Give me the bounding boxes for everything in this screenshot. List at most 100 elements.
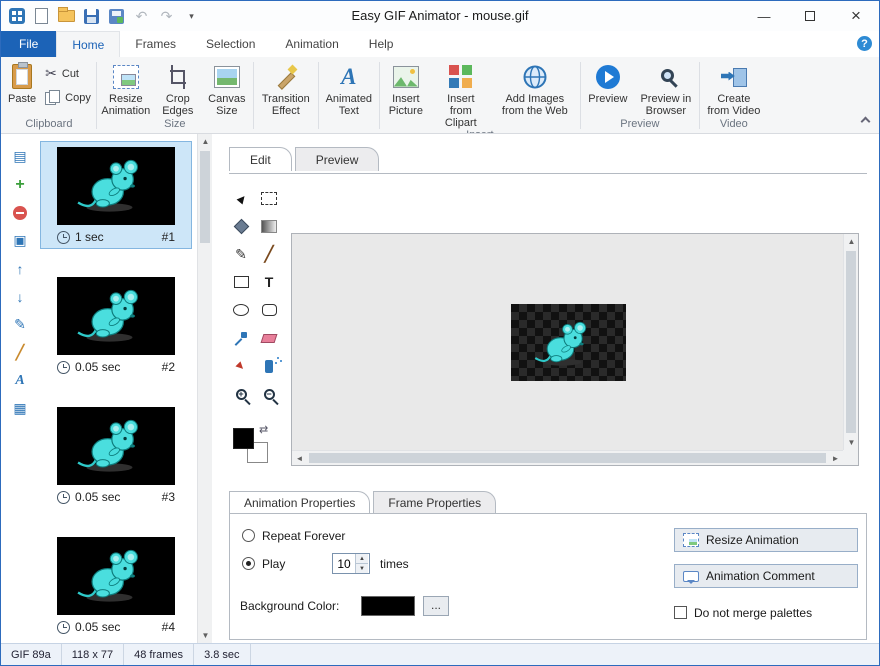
export-icon[interactable] [105, 4, 128, 28]
move-frame-down-icon[interactable]: ↓ [8, 286, 32, 307]
tab-selection[interactable]: Selection [191, 31, 270, 57]
spin-up-icon[interactable]: ▲ [356, 554, 368, 563]
scroll-left-icon[interactable]: ◄ [292, 451, 307, 466]
background-color-value-swatch[interactable] [361, 596, 415, 616]
swap-colors-icon[interactable]: ⇄ [259, 423, 268, 436]
insert-from-clipart-button[interactable]: Insert from Clipart [431, 60, 491, 129]
play-icon [596, 63, 620, 90]
help-icon[interactable]: ? [857, 36, 872, 51]
pencil-tool-icon[interactable]: ✎ [227, 240, 255, 268]
frame-tiles-icon[interactable]: ▦ [8, 398, 32, 419]
canvas-viewport[interactable] [292, 234, 843, 450]
scrollbar-thumb[interactable] [309, 453, 826, 463]
scroll-down-icon[interactable]: ▼ [198, 628, 213, 643]
rectangular-selection-tool-icon[interactable] [255, 184, 283, 212]
save-icon[interactable] [80, 4, 103, 28]
scrollbar-thumb[interactable] [846, 251, 856, 433]
minimize-button[interactable]: — [741, 1, 787, 31]
canvas-h-scrollbar[interactable]: ◄ ► [292, 450, 843, 465]
zoom-in-tool-icon[interactable]: + [227, 380, 255, 408]
frame-list-scrollbar[interactable]: ▲ ▼ [197, 134, 212, 643]
spin-down-icon[interactable]: ▼ [356, 563, 368, 573]
play-radio[interactable] [242, 557, 255, 570]
airbrush-tool-icon[interactable] [255, 352, 283, 380]
add-frame-icon[interactable]: + [8, 174, 32, 195]
rectangle-tool-icon[interactable] [227, 268, 255, 296]
move-frame-up-icon[interactable]: ↑ [8, 258, 32, 279]
tab-animation-properties[interactable]: Animation Properties [229, 491, 370, 513]
text-tool-icon[interactable]: T [255, 268, 283, 296]
properties-tabs: Animation Properties Frame Properties [229, 491, 867, 513]
rounded-rectangle-tool-icon[interactable] [255, 296, 283, 324]
create-from-video-button[interactable]: Create from Video [701, 60, 767, 117]
frame-text-icon[interactable]: A [8, 370, 32, 391]
scroll-down-icon[interactable]: ▼ [844, 435, 859, 450]
frame-item-1[interactable]: 1 sec #1 [41, 142, 191, 248]
gif-image[interactable] [511, 304, 626, 381]
crop-edges-button[interactable]: Crop Edges [154, 60, 202, 117]
brush-tool-icon[interactable]: ╱ [255, 240, 283, 268]
frame-item-4[interactable]: 0.05 sec #4 [41, 532, 191, 638]
resize-animation-panel-button[interactable]: Resize Animation [674, 528, 858, 552]
choose-color-button[interactable]: ... [423, 596, 449, 616]
tab-file[interactable]: File [1, 31, 56, 57]
canvas[interactable]: ▲ ▼ ◄ ► [291, 233, 859, 466]
gradient-tool-icon[interactable] [255, 212, 283, 240]
app-icon[interactable] [5, 4, 28, 28]
add-images-from-web-button[interactable]: Add Images from the Web [491, 60, 579, 117]
preview-button[interactable]: Preview [582, 60, 634, 105]
play-times-input[interactable] [333, 554, 355, 573]
ellipse-tool-icon[interactable] [227, 296, 255, 324]
replace-color-tool-icon[interactable]: ► [227, 352, 255, 380]
paste-button[interactable]: Paste [3, 60, 41, 105]
customize-qat-icon[interactable]: ▾ [180, 4, 203, 28]
canvas-size-button[interactable]: Canvas Size [202, 60, 252, 117]
frame-item-2[interactable]: 0.05 sec #2 [41, 272, 191, 378]
frame-number: #1 [162, 230, 175, 244]
canvas-v-scrollbar[interactable]: ▲ ▼ [843, 234, 858, 450]
repeat-forever-option[interactable]: Repeat Forever [242, 529, 345, 543]
transition-effect-button[interactable]: Transition Effect [255, 60, 317, 117]
cut-button[interactable]: ✂ Cut [45, 65, 91, 82]
frame-effects-icon[interactable]: ╱ [8, 342, 32, 363]
repeat-forever-radio[interactable] [242, 529, 255, 542]
foreground-color-swatch[interactable] [233, 428, 254, 449]
scroll-up-icon[interactable]: ▲ [198, 134, 213, 149]
tab-home[interactable]: Home [56, 31, 120, 57]
tab-frames[interactable]: Frames [120, 31, 191, 57]
eyedropper-tool-icon[interactable] [227, 324, 255, 352]
tab-animation[interactable]: Animation [270, 31, 353, 57]
merge-palettes-option[interactable]: Do not merge palettes [674, 606, 812, 620]
resize-animation-button[interactable]: Resize Animation [98, 60, 154, 117]
animated-text-button[interactable]: A Animated Text [320, 60, 378, 117]
titlebar: Easy GIF Animator - mouse.gif ↶ ↷ ▾ — × [1, 1, 879, 31]
delete-frame-icon[interactable] [8, 202, 32, 223]
maximize-button[interactable] [787, 1, 833, 31]
fill-tool-icon[interactable] [227, 212, 255, 240]
preview-in-browser-button[interactable]: Preview in Browser [634, 60, 698, 117]
edit-frame-icon[interactable]: ✎ [8, 314, 32, 335]
new-file-icon[interactable] [30, 4, 53, 28]
merge-palettes-checkbox[interactable] [674, 606, 687, 619]
open-file-icon[interactable] [55, 4, 78, 28]
tab-edit[interactable]: Edit [229, 147, 292, 171]
copy-button[interactable]: Copy [45, 90, 91, 105]
tab-preview[interactable]: Preview [295, 147, 380, 171]
play-option[interactable]: Play [242, 557, 285, 571]
select-tool-icon[interactable]: ► [227, 184, 255, 212]
animation-comment-button[interactable]: Animation Comment [674, 564, 858, 588]
undo-icon[interactable]: ↶ [130, 4, 153, 28]
scrollbar-thumb[interactable] [200, 151, 210, 243]
scroll-up-icon[interactable]: ▲ [844, 234, 859, 249]
frame-manager-icon[interactable]: ▤ [8, 146, 32, 167]
frame-item-3[interactable]: 0.05 sec #3 [41, 402, 191, 508]
zoom-out-tool-icon[interactable]: − [255, 380, 283, 408]
insert-picture-button[interactable]: Insert Picture [381, 60, 431, 117]
tab-frame-properties[interactable]: Frame Properties [373, 491, 496, 513]
eraser-tool-icon[interactable] [255, 324, 283, 352]
duplicate-frame-icon[interactable]: ▣ [8, 230, 32, 251]
redo-icon[interactable]: ↷ [155, 4, 178, 28]
tab-help[interactable]: Help [354, 31, 409, 57]
scroll-right-icon[interactable]: ► [828, 451, 843, 466]
close-button[interactable]: × [833, 1, 879, 31]
